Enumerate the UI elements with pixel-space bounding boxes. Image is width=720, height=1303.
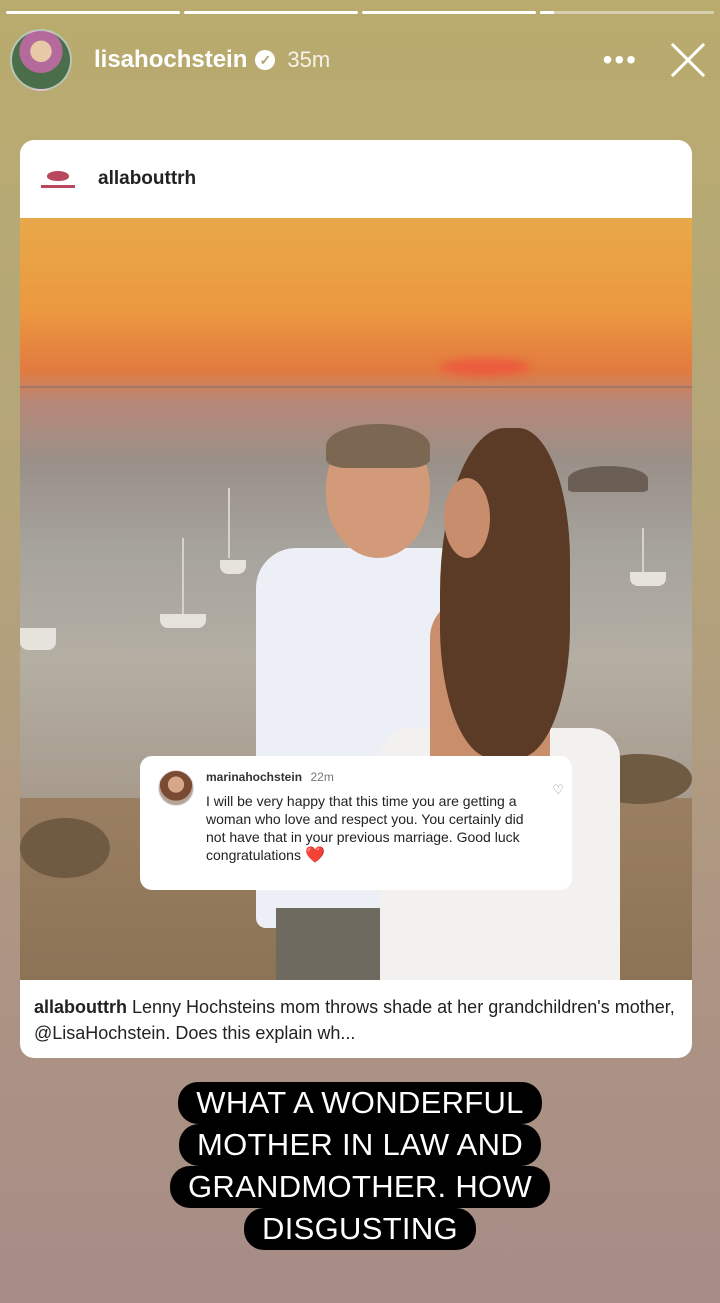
story-text-line-2: MOTHER IN LAW AND: [178, 1124, 542, 1166]
verified-badge-icon: ✓: [255, 50, 276, 70]
more-options-button[interactable]: •••: [603, 46, 638, 74]
comment-username: marinahochstein: [206, 770, 303, 784]
caption-text: Lenny Hochsteins mom throws shade at her…: [34, 997, 675, 1043]
close-icon[interactable]: [668, 40, 708, 80]
post-photo: marinahochstein 22m I will be very happy…: [20, 218, 692, 980]
story-text-line-1: WHAT A WONDERFUL: [178, 1082, 542, 1124]
account-logo-icon: [38, 164, 78, 194]
photo-subject-woman: [360, 428, 620, 980]
progress-segment-4: [540, 11, 714, 14]
post-caption: allabouttrh Lenny Hochsteins mom throws …: [20, 980, 692, 1058]
story-progress-bar: [6, 11, 714, 14]
heart-outline-icon[interactable]: ♡: [552, 782, 564, 798]
post-account-name[interactable]: allabouttrh: [98, 168, 196, 190]
comment-text: I will be very happy that this time you …: [206, 793, 524, 864]
heart-emoji-icon: ❤️: [304, 847, 325, 864]
story-text-overlay: WHAT A WONDERFUL MOTHER IN LAW AND GRAND…: [0, 1082, 720, 1250]
story-time: 35m: [287, 47, 331, 72]
caption-username: allabouttrh: [34, 997, 127, 1017]
comment-time: 22m: [310, 770, 334, 784]
progress-segment-3: [362, 11, 536, 14]
progress-segment-1: [6, 11, 180, 14]
commenter-avatar: [158, 770, 194, 806]
shared-post-card[interactable]: allabouttrh marinahochstein 22m I will b…: [20, 140, 692, 1058]
story-text-line-4: DISGUSTING: [244, 1208, 476, 1250]
post-header: allabouttrh: [20, 140, 692, 218]
story-header: lisahochstein ✓ 35m •••: [10, 28, 708, 92]
story-text-line-3: GRANDMOTHER. HOW: [169, 1166, 551, 1208]
progress-segment-2: [184, 11, 358, 14]
comment-overlay[interactable]: marinahochstein 22m I will be very happy…: [140, 756, 572, 890]
story-username[interactable]: lisahochstein: [94, 46, 247, 74]
avatar[interactable]: [10, 29, 72, 91]
